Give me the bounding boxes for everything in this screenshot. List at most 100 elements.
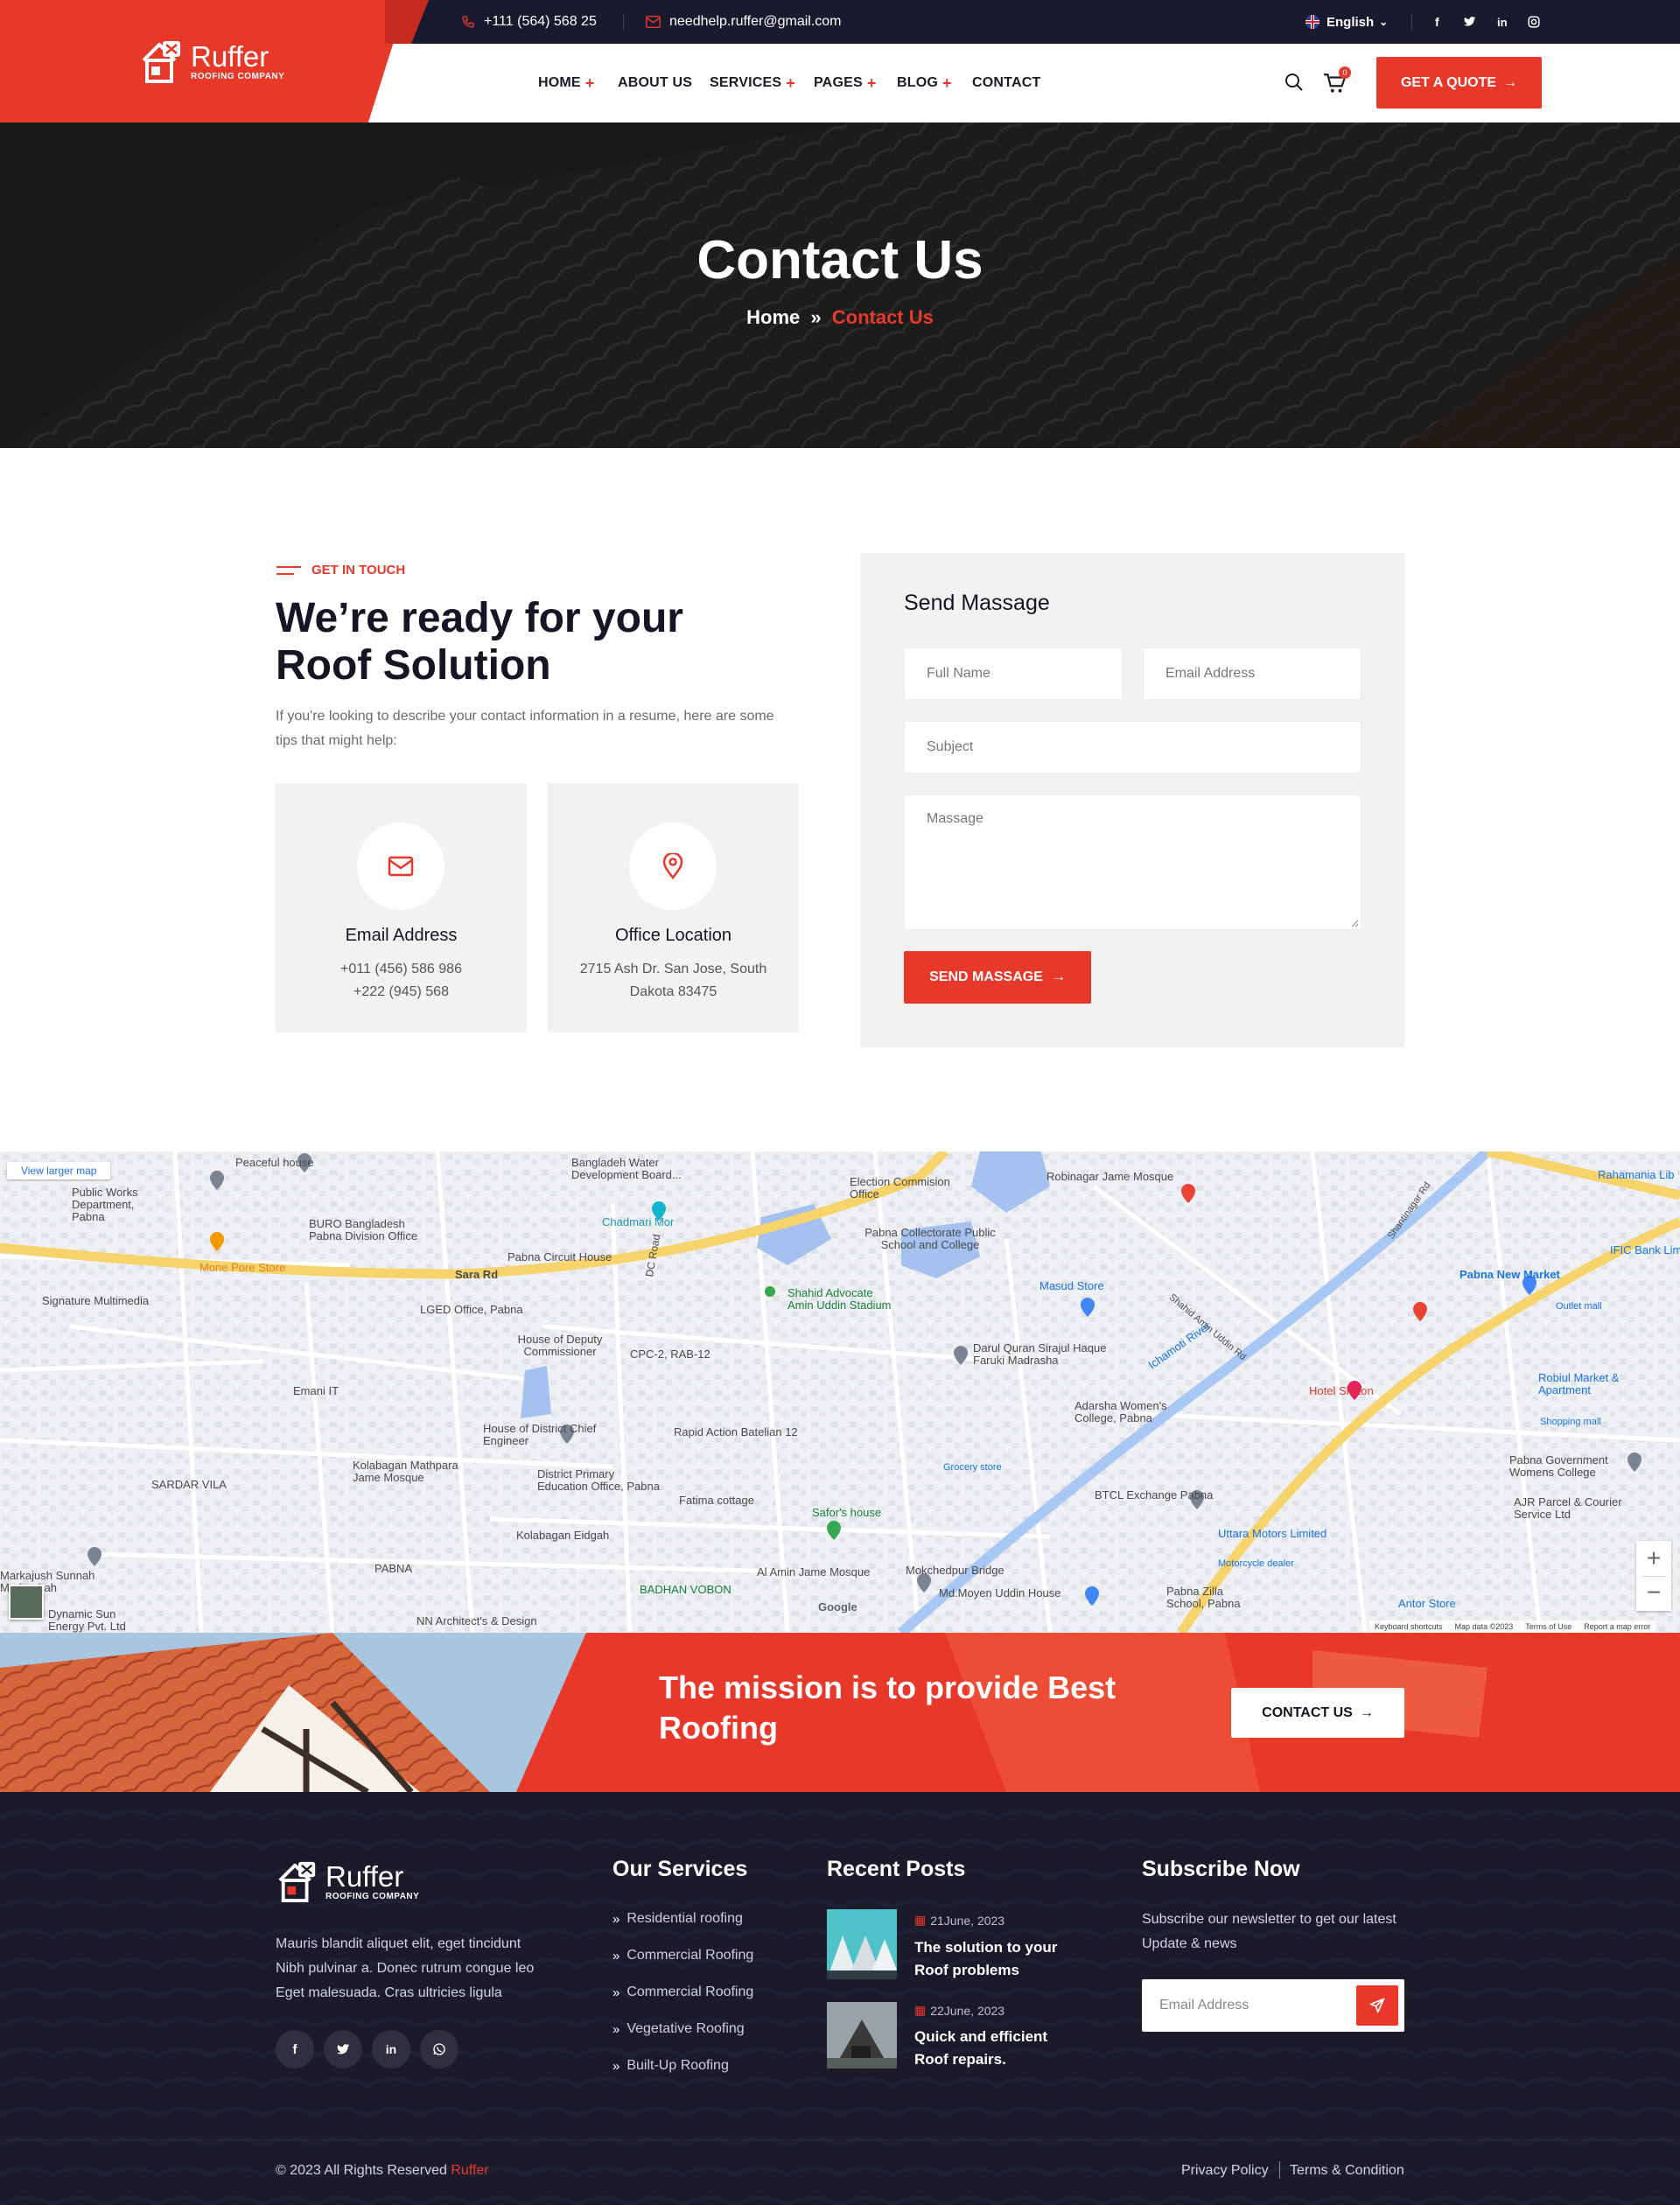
- map-pin-icon: [662, 853, 683, 879]
- footer-about: Mauris blandit aliquet elit, eget tincid…: [276, 1936, 535, 2000]
- map-label: SARDAR VILA: [151, 1478, 227, 1491]
- twitter-icon[interactable]: [1464, 0, 1485, 44]
- map-attribution: Keyboard shortcuts Map data ©2023 Terms …: [1369, 1620, 1656, 1633]
- footer-logo[interactable]: Ruffer ROOFING COMPANY: [276, 1857, 478, 1906]
- map-label: Fatima cottage: [679, 1494, 754, 1507]
- message-textarea[interactable]: Massage: [904, 794, 1362, 930]
- post-date-text: 22June, 2023: [930, 2003, 1005, 2018]
- page-title: Contact Us: [696, 230, 984, 290]
- nav-contact[interactable]: CONTACT: [972, 44, 1040, 122]
- post-thumbnail[interactable]: [827, 2002, 897, 2068]
- card-title: Office Location: [614, 926, 732, 945]
- footer-service-link[interactable]: » Vegetative Roofing: [612, 2021, 745, 2037]
- footer-service-link[interactable]: » Commercial Roofing: [612, 1948, 753, 1964]
- service-label: Built-Up Roofing: [626, 2058, 729, 2073]
- subject-input[interactable]: Subject: [904, 721, 1362, 774]
- zoom-in-button[interactable]: +: [1636, 1541, 1671, 1576]
- nav-about[interactable]: ABOUT US: [618, 44, 692, 122]
- facebook-icon[interactable]: f: [276, 2030, 314, 2068]
- map-label: Chadmari Mor: [602, 1215, 675, 1228]
- topbar-email[interactable]: needhelp.ruffer@gmail.com: [646, 0, 842, 44]
- nav-blog[interactable]: BLOG +: [897, 44, 952, 122]
- arrow-right-icon: →: [1359, 1704, 1374, 1720]
- nav-blog-label: BLOG: [897, 75, 939, 90]
- terms-link[interactable]: Terms & Condition: [1290, 2163, 1404, 2179]
- nav-services[interactable]: SERVICES +: [710, 44, 795, 122]
- card-line: 2715 Ash Dr. San Jose, South: [579, 962, 767, 976]
- card-line: +222 (945) 568: [354, 984, 449, 999]
- linkedin-icon[interactable]: in: [372, 2030, 410, 2068]
- zoom-out-button[interactable]: −: [1636, 1576, 1671, 1611]
- subscribe-form: Email Address: [1142, 1979, 1404, 2032]
- instagram-icon[interactable]: [1528, 0, 1549, 44]
- breadcrumb-current: Contact Us: [831, 306, 934, 328]
- double-chevron-icon: »: [612, 2021, 620, 2037]
- terms-of-use-link[interactable]: Terms of Use: [1525, 1622, 1572, 1631]
- footer-service-link[interactable]: » Residential roofing: [612, 1911, 743, 1927]
- service-label: Commercial Roofing: [626, 1948, 754, 1963]
- view-larger-map-link[interactable]: View larger map: [7, 1162, 111, 1180]
- google-map[interactable]: View larger map Peaceful house Bangladeh…: [0, 1152, 1680, 1633]
- language-label: English: [1326, 14, 1375, 30]
- brand-logo[interactable]: Ruffer ROOFING COMPANY: [140, 37, 359, 86]
- map-label: NN Architect's & Design: [416, 1614, 537, 1628]
- email-info-card: Email Address +011 (456) 586 986 +222 (9…: [276, 783, 527, 1032]
- facebook-icon[interactable]: f: [1435, 0, 1439, 44]
- post-title-link[interactable]: The solution to your Roof problems: [914, 1936, 1063, 1982]
- double-chevron-icon: »: [612, 1984, 620, 2000]
- map-label: Dynamic Sun Energy Pvt. Ltd: [48, 1607, 126, 1633]
- map-label: Shopping mall: [1540, 1417, 1601, 1427]
- privacy-policy-link[interactable]: Privacy Policy: [1181, 2163, 1269, 2179]
- search-icon[interactable]: [1284, 72, 1305, 97]
- topbar-phone[interactable]: +111 (564) 568 25: [461, 0, 597, 44]
- section-headline: We’re ready for your Roof Solution: [276, 595, 683, 689]
- cta-title: The mission is to provide Best Roofing: [659, 1670, 1116, 1746]
- breadcrumb-home[interactable]: Home: [746, 306, 800, 328]
- map-label: Adarsha Women's College, Pabna: [1074, 1399, 1167, 1424]
- map-label: Shahid Advocate Amin Uddin Stadium: [788, 1286, 892, 1312]
- map-pin-icon-circle: [629, 822, 717, 910]
- map-label: Bangladeh Water Development Board...: [571, 1156, 682, 1181]
- map-label: Pabna New Market: [1460, 1268, 1560, 1281]
- footer-service-link[interactable]: » Commercial Roofing: [612, 1984, 753, 2000]
- map-label: IFIC Bank Lim: [1610, 1243, 1680, 1256]
- twitter-icon[interactable]: [324, 2030, 362, 2068]
- map-label: Peaceful house: [235, 1156, 314, 1169]
- map-label: Rahamania Lib: [1598, 1168, 1675, 1181]
- brand-name: Ruffer: [191, 39, 270, 73]
- map-label: House of Deputy Commissioner: [517, 1333, 603, 1358]
- contact-us-button[interactable]: CONTACT US →: [1231, 1688, 1404, 1738]
- subscribe-button[interactable]: [1356, 1985, 1398, 2026]
- email-input[interactable]: Email Address: [1143, 648, 1362, 700]
- plus-icon: +: [942, 74, 952, 92]
- linkedin-icon[interactable]: in: [1497, 0, 1508, 44]
- post-thumbnail[interactable]: [827, 1909, 897, 1979]
- map-label: Motorcycle dealer: [1218, 1558, 1294, 1569]
- post-title-link[interactable]: Quick and efficient Roof repairs.: [914, 2026, 1063, 2071]
- subscribe-heading: Subscribe Now: [1142, 1857, 1300, 1881]
- nav-home[interactable]: HOME +: [538, 44, 595, 122]
- resize-handle-icon[interactable]: [1350, 919, 1359, 928]
- whatsapp-icon[interactable]: [420, 2030, 458, 2068]
- cart-button[interactable]: 0: [1323, 66, 1351, 96]
- satellite-toggle[interactable]: [9, 1585, 44, 1620]
- copyright-brand[interactable]: Ruffer: [451, 2163, 488, 2178]
- subscribe-email-input[interactable]: Email Address: [1159, 1979, 1249, 2032]
- language-selector[interactable]: English ⌄: [1306, 0, 1388, 44]
- nav-pages[interactable]: PAGES +: [814, 44, 877, 122]
- keyboard-shortcuts-link[interactable]: Keyboard shortcuts: [1375, 1622, 1443, 1631]
- map-label: Al Amin Jame Mosque: [757, 1565, 871, 1578]
- map-canvas[interactable]: [0, 1152, 1680, 1633]
- double-chevron-icon: »: [612, 1911, 620, 1927]
- footer-service-link[interactable]: » Built-Up Roofing: [612, 2058, 729, 2074]
- section-tag: GET IN TOUCH: [276, 563, 405, 578]
- footer-brand-tagline: ROOFING COMPANY: [326, 1891, 420, 1901]
- send-message-button[interactable]: SEND MASSAGE →: [904, 951, 1091, 1004]
- report-error-link[interactable]: Report a map error: [1584, 1622, 1650, 1631]
- get-a-quote-button[interactable]: GET A QUOTE →: [1376, 57, 1542, 108]
- contact-form: Send Massage Full Name Email Address Sub…: [860, 553, 1404, 1047]
- full-name-input[interactable]: Full Name: [904, 648, 1123, 700]
- arrow-right-icon: →: [1503, 74, 1518, 90]
- map-label: Pabna Circuit House: [508, 1250, 612, 1264]
- service-label: Commercial Roofing: [626, 1984, 754, 1999]
